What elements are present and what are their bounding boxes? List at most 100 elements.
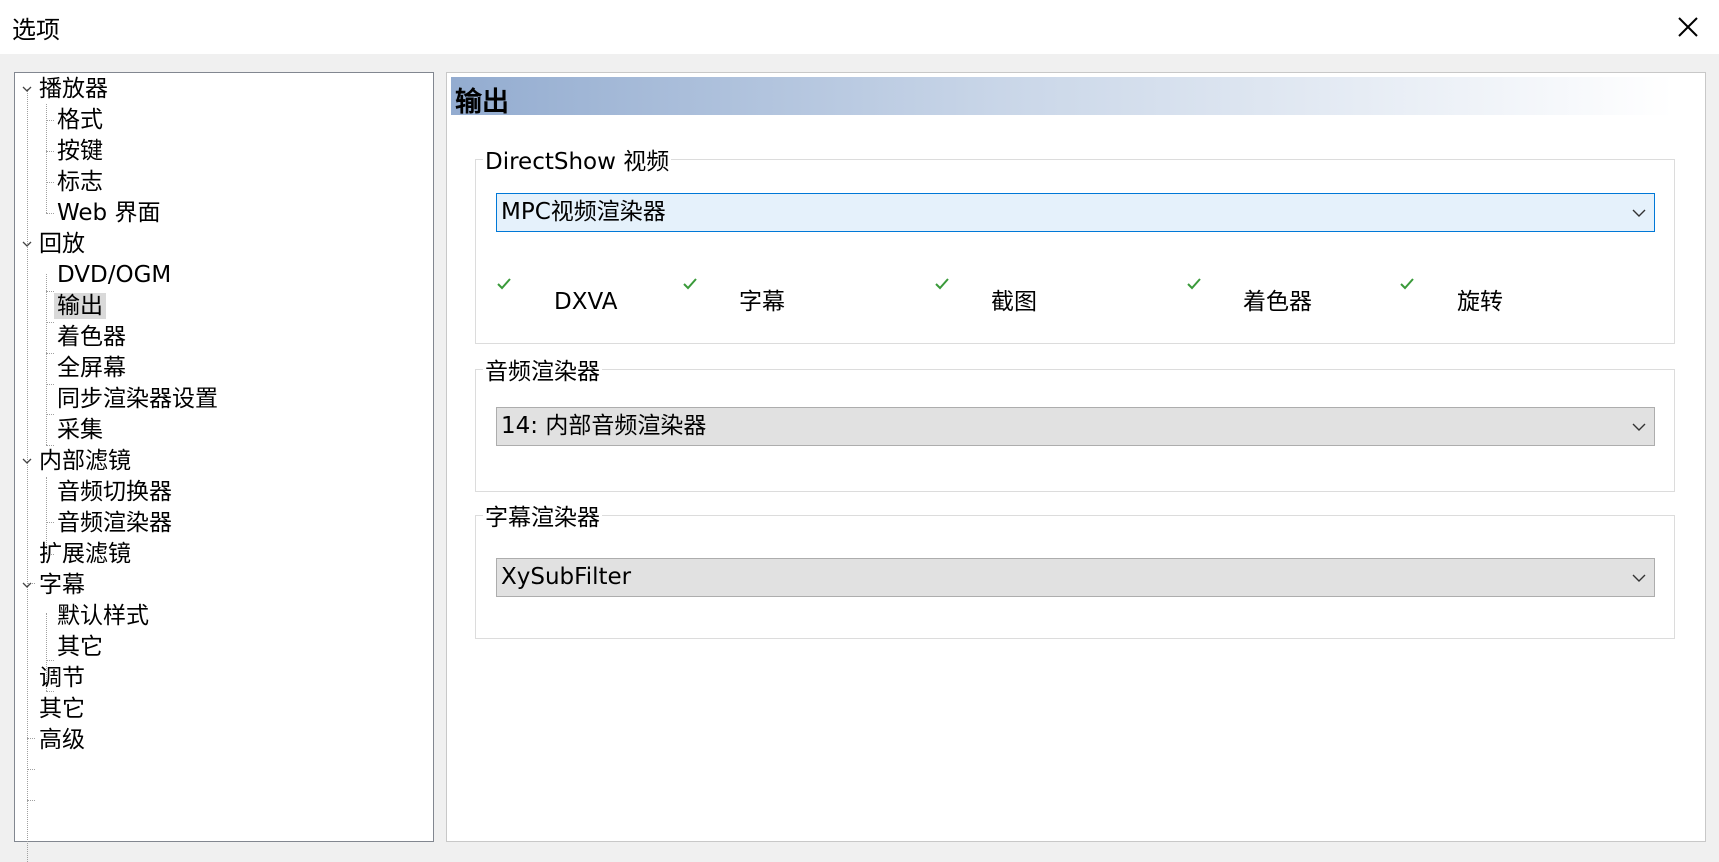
close-icon [1678,17,1698,37]
tree-node-label: 音频渲染器 [57,510,172,536]
capability-subtitles[interactable]: 字幕 [682,278,832,319]
tree-connector [46,291,54,292]
capability-screenshot[interactable]: 截图 [934,278,1084,319]
tree-node-external-filters[interactable]: 扩展滤镜 [36,538,134,570]
tree-expander[interactable] [20,445,34,477]
tree-node-format[interactable]: 格式 [54,104,106,136]
tree-connector [46,522,54,523]
tree-node-label: 扩展滤镜 [39,541,131,567]
tree-connector [46,660,54,661]
tree-node-tweaks[interactable]: 调节 [36,662,88,694]
capability-label: DXVA [554,289,618,315]
tree-expander[interactable] [20,228,34,260]
subtitle-renderer-select[interactable]: XySubFilter [496,558,1655,597]
tree-connector [46,182,54,183]
audio-renderer-select[interactable]: 14: 内部音频渲染器 [496,407,1655,446]
tree-node-sync-renderer[interactable]: 同步渲染器设置 [54,383,221,415]
tree-connector [46,120,54,121]
tree-node-shaders[interactable]: 着色器 [54,321,129,353]
tree-node-label: 音频切换器 [57,479,172,505]
tree-node-label: Web 界面 [57,200,161,226]
tree-node-capture[interactable]: 采集 [54,414,106,446]
capability-label: 着色器 [1243,289,1312,315]
title-bar: 选项 [0,0,1719,54]
tree-connector [46,322,54,323]
tree-node-advanced[interactable]: 高级 [36,724,88,756]
tree-node-label: 输出 [54,293,106,319]
options-page: 输出 DirectShow 视频 MPC视频渲染器 DXVA 字幕 截图 着色器… [446,72,1706,842]
tree-node-fullscreen[interactable]: 全屏幕 [54,352,129,384]
tree-node-default-style[interactable]: 默认样式 [54,600,152,632]
tree-node-label: 回放 [39,231,85,257]
tree-node-internal-filters[interactable]: 内部滤镜 [36,445,134,477]
tree-node-player[interactable]: 播放器 [36,73,111,105]
tree-connector [27,769,35,770]
tree-node-label: 其它 [57,634,103,660]
chevron-down-icon [1632,423,1646,431]
tree-node-web-interface[interactable]: Web 界面 [54,197,163,229]
tree-node-label: 全屏幕 [57,355,126,381]
tree-node-output[interactable]: 输出 [54,290,106,322]
tree-connector [46,213,54,214]
capability-label: 截图 [991,289,1037,315]
check-icon [1400,278,1414,290]
tree-node-label: 播放器 [39,76,108,102]
chevron-down-icon [22,241,32,247]
tree-connector [46,414,54,415]
tree-node-label: 字幕 [39,572,85,598]
tree-node-subtitles[interactable]: 字幕 [36,569,88,601]
tree-node-label: 标志 [57,169,103,195]
page-title: 输出 [455,87,509,118]
tree-connector [46,353,54,354]
tree-node-logo[interactable]: 标志 [54,166,106,198]
tree-node-subtitles-misc[interactable]: 其它 [54,631,106,663]
tree-node-label: 内部滤镜 [39,448,131,474]
chevron-down-icon [22,458,32,464]
tree-connector [27,800,35,801]
tree-node-label: DVD/OGM [57,262,172,288]
tree-node-dvd-ogm[interactable]: DVD/OGM [54,259,174,291]
check-icon [497,278,511,290]
capability-label: 旋转 [1457,289,1503,315]
capability-dxva[interactable]: DXVA [496,278,646,319]
video-renderer-value: MPC视频渲染器 [501,199,666,225]
video-renderer-select[interactable]: MPC视频渲染器 [496,193,1655,232]
options-tree[interactable]: 播放器 格式 按键 标志 Web 界面 回放 DVD/OGM 输出 着色器 全屏… [14,72,434,862]
tree-node-label: 按键 [57,138,103,164]
capability-shaders[interactable]: 着色器 [1186,278,1336,319]
tree-node-label: 同步渲染器设置 [57,386,218,412]
tree-connector [27,738,35,739]
tree-node-label: 格式 [57,107,103,133]
tree-connector [46,274,47,445]
chevron-down-icon [22,86,32,92]
tree-node-label: 默认样式 [57,603,149,629]
tree-node-label: 着色器 [57,324,126,350]
audio-renderer-legend: 音频渲染器 [483,352,602,386]
tree-connector [46,384,54,385]
tree-node-playback[interactable]: 回放 [36,228,88,260]
chevron-down-icon [1632,209,1646,217]
directshow-video-legend: DirectShow 视频 [483,142,672,176]
tree-node-label: 其它 [39,696,85,722]
capability-rotation[interactable]: 旋转 [1399,278,1549,319]
tree-node-misc[interactable]: 其它 [36,693,88,725]
capability-label: 字幕 [739,289,785,315]
tree-expander[interactable] [20,569,34,601]
tree-node-audio-renderer[interactable]: 音频渲染器 [54,507,175,539]
tree-node-label: 高级 [39,727,85,753]
window-title: 选项 [12,16,60,44]
check-icon [935,278,949,290]
check-icon [683,278,697,290]
tree-node-audio-switcher[interactable]: 音频切换器 [54,476,175,508]
tree-node-keys[interactable]: 按键 [54,135,106,167]
tree-node-label: 采集 [57,417,103,443]
close-button[interactable] [1667,6,1709,48]
chevron-down-icon [22,582,32,588]
subtitle-renderer-legend: 字幕渲染器 [483,498,602,532]
page-header: 输出 [451,77,1673,118]
audio-renderer-value: 14: 内部音频渲染器 [501,413,707,439]
subtitle-renderer-value: XySubFilter [501,564,632,590]
tree-expander[interactable] [20,73,34,105]
tree-node-label: 调节 [39,665,85,691]
chevron-down-icon [1632,574,1646,582]
